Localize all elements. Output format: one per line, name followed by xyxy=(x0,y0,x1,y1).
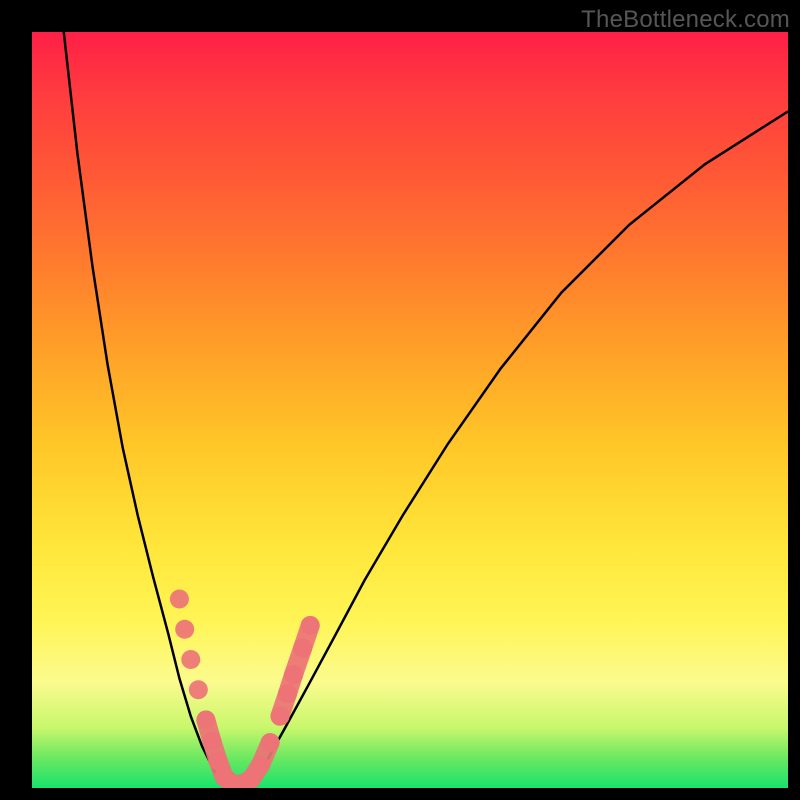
marker-dot xyxy=(196,710,215,729)
marker-dot xyxy=(170,590,189,609)
bottleneck-curve xyxy=(64,32,788,788)
marker-group xyxy=(170,590,320,789)
marker-dot xyxy=(261,733,280,752)
marker-dot xyxy=(278,684,297,703)
marker-dot xyxy=(202,732,221,751)
marker-dot xyxy=(284,665,303,684)
plot-area xyxy=(32,32,788,788)
marker-dot xyxy=(189,680,208,699)
chart-frame: TheBottleneck.com xyxy=(0,0,800,800)
marker-dot xyxy=(251,756,270,775)
chart-svg xyxy=(32,32,788,788)
marker-dot xyxy=(270,707,289,726)
marker-dot xyxy=(301,616,320,635)
marker-dot xyxy=(293,639,312,658)
marker-dot xyxy=(175,620,194,639)
marker-dot xyxy=(181,650,200,669)
v-curve-path xyxy=(64,32,788,788)
watermark-text: TheBottleneck.com xyxy=(581,6,790,34)
